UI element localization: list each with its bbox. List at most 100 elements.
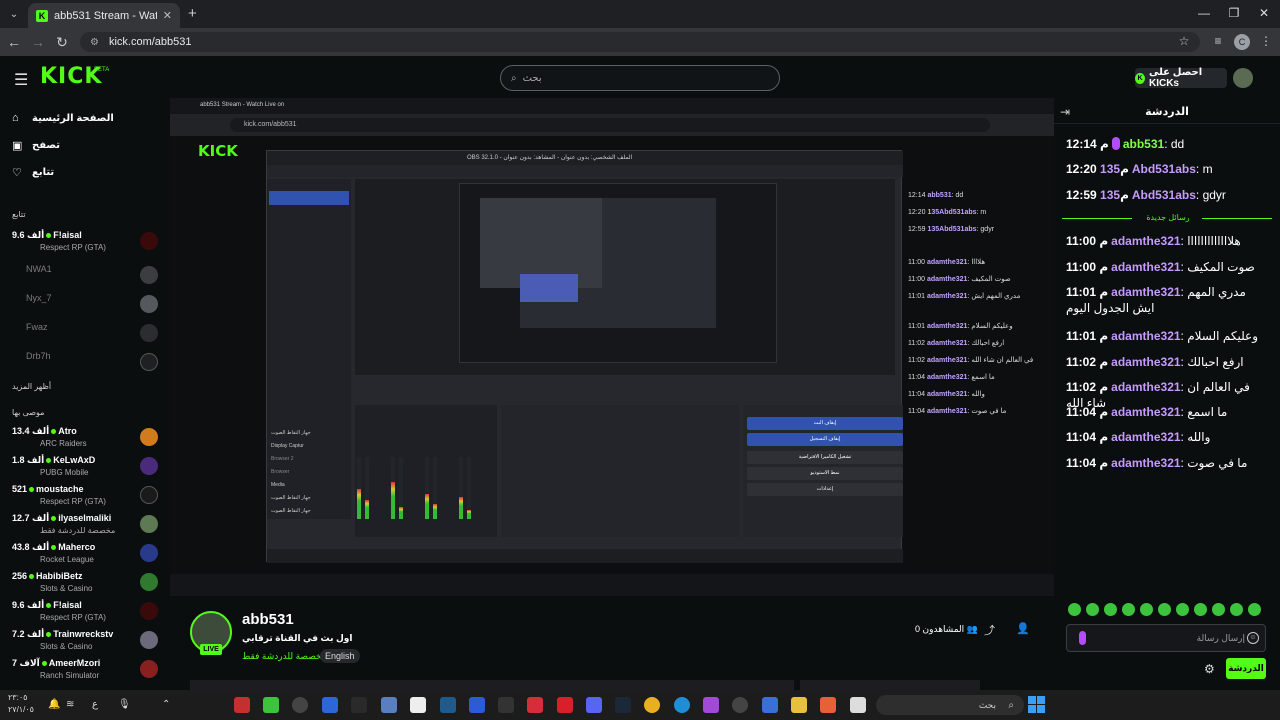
get-kicks-button[interactable]: K احصل على KICKs xyxy=(1135,67,1227,89)
following-channel[interactable]: Drb7h xyxy=(12,349,162,377)
app-icon[interactable] xyxy=(498,697,514,713)
forward-icon[interactable]: → xyxy=(30,34,46,50)
mic-icon[interactable]: 🎙 xyxy=(118,699,131,710)
chat-message[interactable]: 11:00 م adamthe321: هلااااااااااااا xyxy=(1066,233,1270,249)
browser-menu-icon[interactable]: ⋮ xyxy=(1258,34,1274,48)
folder-icon[interactable] xyxy=(791,697,807,713)
app-icon[interactable] xyxy=(381,697,397,713)
emote-icon[interactable] xyxy=(1176,603,1189,616)
maximize-icon[interactable]: ❐ xyxy=(1224,6,1244,20)
app-icon[interactable] xyxy=(234,697,250,713)
chat-username[interactable]: adamthe321 xyxy=(1111,380,1180,394)
emote-icon[interactable] xyxy=(1140,603,1153,616)
chat-username[interactable]: abb531 xyxy=(1123,137,1164,151)
language-icon[interactable]: ع xyxy=(92,699,98,710)
search-input[interactable]: ⌕ بحث xyxy=(500,65,780,91)
chat-username[interactable]: adamthe321 xyxy=(1111,430,1180,444)
following-channel[interactable]: Fwaz xyxy=(12,320,162,348)
stream-category[interactable]: مخصصة للدردشة فقط xyxy=(242,651,327,662)
collapse-chat-icon[interactable]: ⇥ xyxy=(1060,105,1070,119)
app-icon[interactable] xyxy=(850,697,866,713)
chat-settings-icon[interactable]: ⚙ xyxy=(1204,662,1215,676)
emote-icon[interactable] xyxy=(1158,603,1171,616)
obs-icon[interactable] xyxy=(292,697,308,713)
app-icon[interactable] xyxy=(351,697,367,713)
windows-start-icon[interactable] xyxy=(1028,696,1045,713)
tab-search-icon[interactable]: ⌄ xyxy=(6,6,22,22)
chrome-icon[interactable] xyxy=(644,697,660,713)
recommended-channel[interactable]: 9.6 ألف F!aisal Respect RP (GTA) xyxy=(12,598,162,626)
youtube-icon[interactable] xyxy=(527,697,543,713)
emote-icon[interactable] xyxy=(1230,603,1243,616)
hamburger-menu-icon[interactable]: ☰ xyxy=(14,70,28,90)
taskbar-search-input[interactable]: بحث ⌕ xyxy=(876,695,1024,715)
share-icon[interactable]: ⤴ xyxy=(984,622,995,638)
chat-message[interactable]: 12:59 م135Abd531abs: gdyr xyxy=(1066,187,1270,203)
site-info-icon[interactable]: ⚙ xyxy=(90,37,99,48)
following-channel[interactable]: 9.6 ألف F!aisal Respect RP (GTA) xyxy=(12,228,162,256)
minimize-icon[interactable]: — xyxy=(1194,6,1214,20)
taskbar-clock[interactable]: ٢٣:٠٥ ٢٧/١/٠٥ xyxy=(8,692,34,716)
app-icon[interactable] xyxy=(263,697,279,713)
emote-icon[interactable] xyxy=(1122,603,1135,616)
chat-message[interactable]: 12:14 م abb531: dd xyxy=(1066,136,1270,152)
chat-username[interactable]: adamthe321 xyxy=(1111,260,1180,274)
chat-message[interactable]: 11:00 م adamthe321: صوت المكيف xyxy=(1066,259,1270,275)
reading-list-icon[interactable]: ≡ xyxy=(1210,34,1226,48)
emote-icon[interactable] xyxy=(1194,603,1207,616)
browser-tab[interactable]: K abb531 Stream - Watch Live on Kick ✕ xyxy=(28,3,180,28)
chat-message[interactable]: 11:01 م adamthe321: مدري المهم ايش الجدول… xyxy=(1066,284,1270,316)
close-tab-icon[interactable]: ✕ xyxy=(163,9,172,22)
chat-message[interactable]: 11:04 م adamthe321: ما في صوت xyxy=(1066,455,1270,471)
reload-icon[interactable]: ↻ xyxy=(54,34,70,51)
chat-username[interactable]: adamthe321 xyxy=(1111,234,1180,248)
chat-username[interactable]: 135Abd531abs xyxy=(1100,188,1196,202)
follow-user-icon[interactable]: 👤 xyxy=(1016,622,1030,635)
emote-icon[interactable] xyxy=(1248,603,1261,616)
chat-message[interactable]: 11:04 م adamthe321: والله xyxy=(1066,429,1270,445)
chat-send-button[interactable]: الدردشة xyxy=(1226,658,1266,679)
chat-username[interactable]: adamthe321 xyxy=(1111,329,1180,343)
following-channel[interactable]: NWA1 xyxy=(12,262,162,290)
chat-username[interactable]: adamthe321 xyxy=(1111,405,1180,419)
video-player[interactable]: abb531 Stream - Watch Live on kick.com/a… xyxy=(170,98,1054,596)
new-tab-icon[interactable]: + xyxy=(188,5,197,22)
emote-icon[interactable] xyxy=(1086,603,1099,616)
back-icon[interactable]: ← xyxy=(6,34,22,50)
emote-icon[interactable] xyxy=(1104,603,1117,616)
chat-username[interactable]: adamthe321 xyxy=(1111,355,1180,369)
chat-input[interactable]: إرسال رسالة ☺ xyxy=(1066,624,1266,652)
nav-following[interactable]: ♡ تتابع xyxy=(12,166,54,179)
close-window-icon[interactable]: ✕ xyxy=(1254,6,1274,20)
app-icon[interactable] xyxy=(820,697,836,713)
chat-message[interactable]: 12:20 م135Abd531abs: m xyxy=(1066,161,1270,177)
app-icon[interactable] xyxy=(703,697,719,713)
bell-icon[interactable]: 🔔 xyxy=(48,699,60,710)
emoji-icon[interactable]: ☺ xyxy=(1247,632,1259,644)
chat-message[interactable]: 11:01 م adamthe321: وعليكم السلام xyxy=(1066,328,1270,344)
app-icon[interactable] xyxy=(322,697,338,713)
following-channel[interactable]: Nyx_7 xyxy=(12,291,162,319)
recommended-channel[interactable]: 13.4 ألف Atro ARC Raiders xyxy=(12,424,162,452)
nav-home[interactable]: ⌂ الصفحة الرئيسية xyxy=(12,112,114,124)
app-icon[interactable] xyxy=(762,697,778,713)
chat-username[interactable]: 135Abd531abs xyxy=(1100,162,1196,176)
recommended-channel[interactable]: 1.8 ألف KeLwAxD PUBG Mobile xyxy=(12,453,162,481)
app-icon[interactable] xyxy=(732,697,748,713)
edge-icon[interactable] xyxy=(674,697,690,713)
recommended-channel[interactable]: 521 moustache Respect RP (GTA) xyxy=(12,482,162,510)
recommended-channel[interactable]: 12.7 ألف ilyaselmaliki مخصصة للدردشة فقط xyxy=(12,511,162,539)
recommended-channel[interactable]: 43.8 ألف Maherco Rocket League xyxy=(12,540,162,568)
recommended-channel[interactable]: 256 HabibiBetz Slots & Casino xyxy=(12,569,162,597)
steam-icon[interactable] xyxy=(615,697,631,713)
language-tag[interactable]: English xyxy=(320,649,360,663)
chat-message[interactable]: 11:04 م adamthe321: ما اسمع xyxy=(1066,404,1270,420)
url-input[interactable]: ⚙ kick.com/abb531 xyxy=(80,32,1200,52)
app-icon[interactable] xyxy=(440,697,456,713)
emote-icon[interactable] xyxy=(1068,603,1081,616)
app-icon[interactable] xyxy=(469,697,485,713)
chat-message[interactable]: 11:02 م adamthe321: ارفع احبالك xyxy=(1066,354,1270,370)
tray-chevron-icon[interactable]: ⌃ xyxy=(162,699,170,710)
chat-username[interactable]: adamthe321 xyxy=(1111,456,1180,470)
chat-username[interactable]: adamthe321 xyxy=(1111,285,1180,299)
